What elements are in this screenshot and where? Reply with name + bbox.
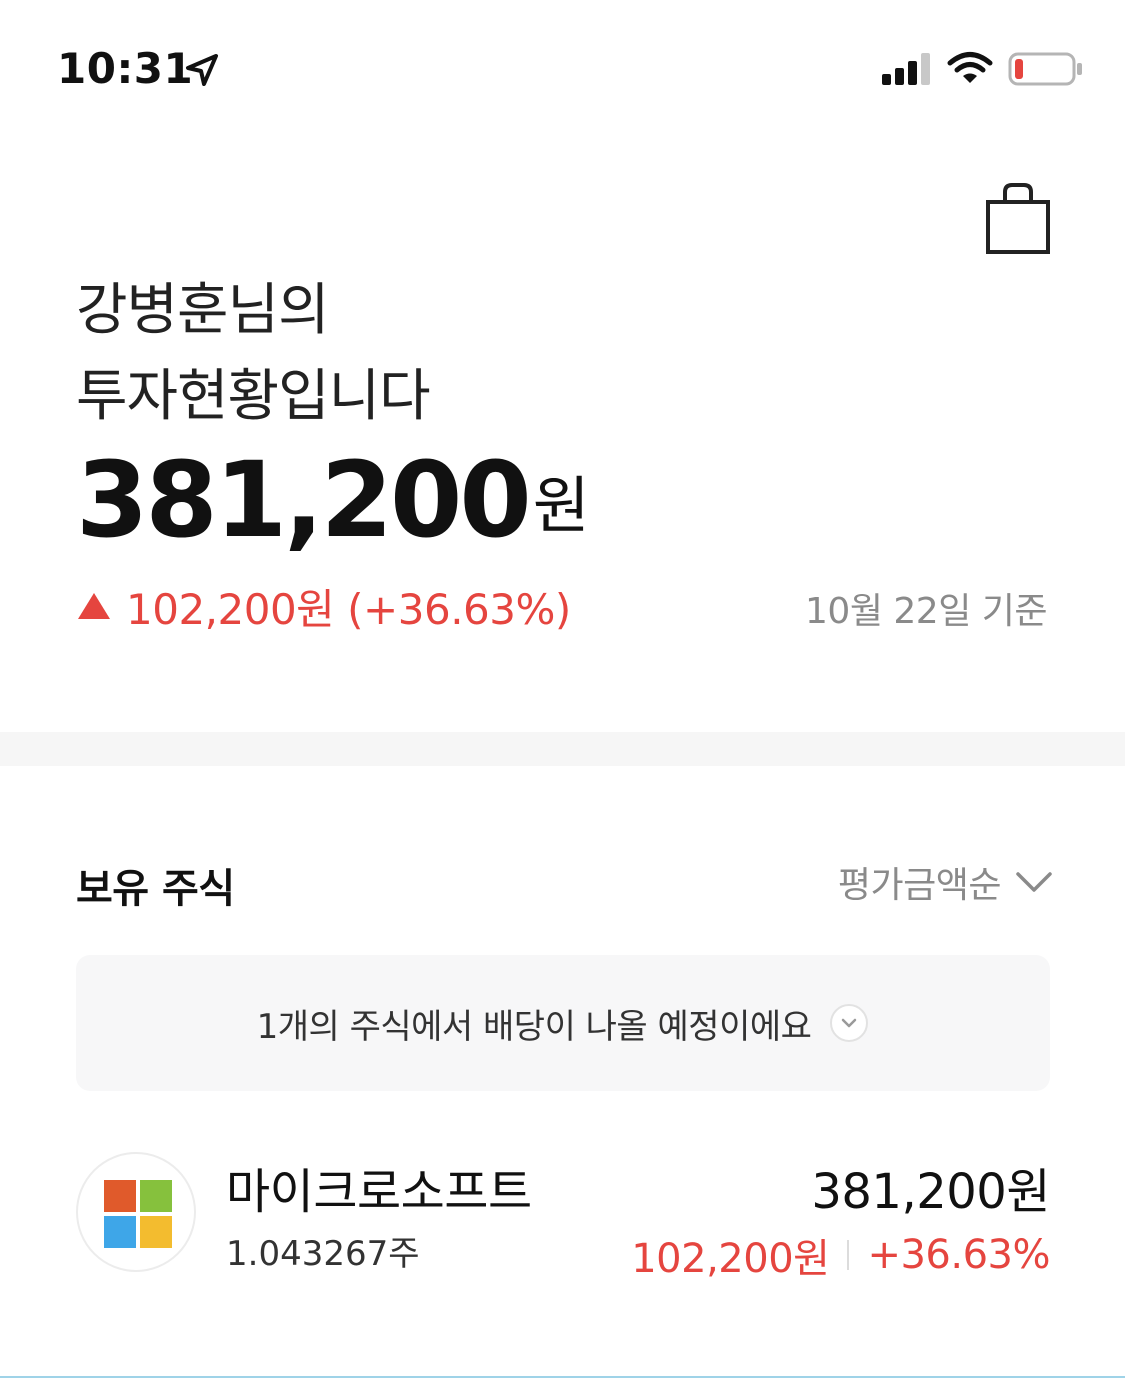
total-unit: 원 [532, 469, 590, 542]
wifi-icon [947, 52, 993, 83]
section-divider [0, 732, 1125, 766]
dividend-banner-text: 1개의 주식에서 배당이 나올 예정이에요 [256, 1006, 812, 1047]
stock-name: 마이크로소프트 [226, 1164, 532, 1220]
signal-icon [882, 53, 930, 85]
triangle-up-icon [78, 593, 110, 619]
stock-quantity: 1.043267주 [226, 1234, 420, 1274]
status-bar: 10:31 [0, 0, 1125, 140]
sort-dropdown[interactable]: 평가금액순 [838, 856, 1053, 908]
dividend-banner[interactable]: 1개의 주식에서 배당이 나올 예정이에요 [76, 955, 1050, 1091]
total-value: 381,200 [76, 439, 532, 561]
stock-rate: +36.63% [867, 1232, 1050, 1278]
location-arrow-icon [186, 54, 218, 86]
microsoft-logo-grid [104, 1180, 172, 1248]
stock-value: 381,200원 [811, 1164, 1050, 1220]
status-time: 10:31 [57, 44, 194, 93]
battery-icon [1008, 52, 1082, 86]
circle-chevron-down-icon [830, 1004, 869, 1042]
shopping-bag-icon[interactable] [983, 182, 1053, 256]
stock-row[interactable]: 마이크로소프트 1.043267주 381,200원 102,200원 +36.… [76, 1152, 1050, 1282]
stock-change: 102,200원 +36.63% [631, 1226, 1050, 1284]
as-of-date: 10월 22일 기준 [805, 591, 1047, 632]
greeting: 강병훈님의 투자현황입니다 [76, 268, 431, 440]
greeting-line-1: 강병훈님의 [76, 278, 330, 343]
microsoft-logo [76, 1152, 196, 1272]
stock-profit: 102,200원 [631, 1236, 830, 1282]
total-value-row: 381,200 원 [76, 440, 590, 560]
holdings-title: 보유 주식 [76, 866, 235, 912]
greeting-line-2: 투자현황입니다 [76, 364, 431, 429]
total-change-row: 102,200원 (+36.63%) [76, 580, 571, 634]
separator [847, 1240, 850, 1270]
total-change: 102,200원 (+36.63%) [126, 584, 571, 634]
sort-label: 평가금액순 [837, 865, 1002, 906]
chevron-down-icon [1016, 872, 1052, 892]
